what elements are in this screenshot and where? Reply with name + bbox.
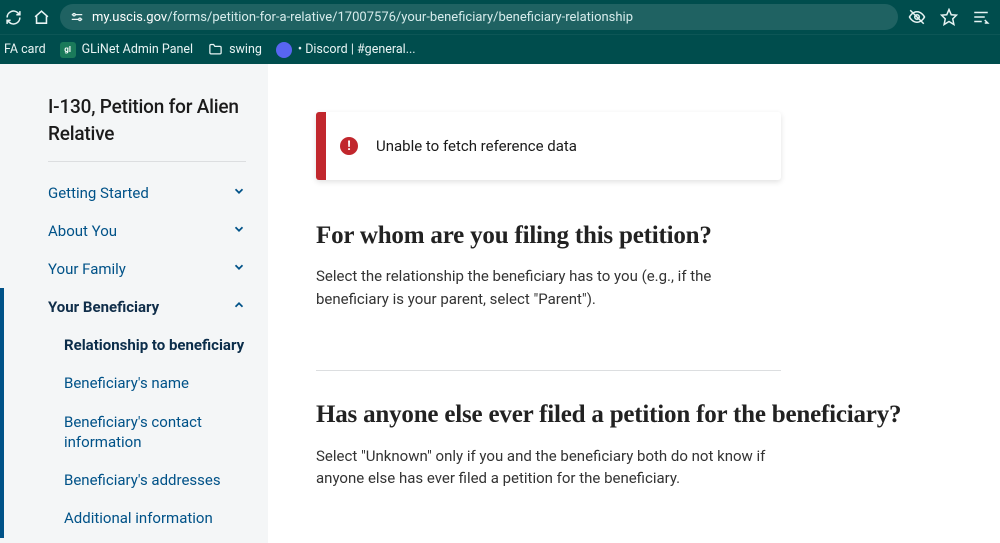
nav-sublist: Relationship to beneficiary Beneficiary'… — [0, 326, 268, 538]
section-divider — [316, 370, 781, 371]
nav-label: About You — [48, 222, 117, 240]
question-body: Select the relationship the beneficiary … — [316, 265, 776, 310]
bookmark-label: GLiNet Admin Panel — [82, 42, 193, 57]
question-body: Select "Unknown" only if you and the ben… — [316, 445, 776, 490]
error-alert: ! Unable to fetch reference data — [316, 112, 781, 180]
nav-label: Your Family — [48, 260, 126, 278]
divider — [48, 161, 246, 162]
address-bar[interactable]: my.uscis.gov/forms/petition-for-a-relati… — [60, 4, 898, 30]
main-content: ! Unable to fetch reference data For who… — [268, 64, 1000, 543]
chevron-down-icon — [232, 222, 246, 240]
toolbar-row: my.uscis.gov/forms/petition-for-a-relati… — [0, 0, 1000, 34]
chevron-up-icon — [232, 298, 246, 316]
subnav-beneficiary-name[interactable]: Beneficiary's name — [16, 364, 268, 402]
playlist-icon[interactable] — [972, 8, 990, 26]
bookmark-label: swing — [229, 42, 262, 57]
error-icon: ! — [340, 137, 358, 155]
nav-section-about-you[interactable]: About You — [0, 212, 268, 250]
sidebar: I-130, Petition for Alien Relative Getti… — [0, 64, 268, 543]
page-body: I-130, Petition for Alien Relative Getti… — [0, 64, 1000, 543]
nav-section-getting-started[interactable]: Getting Started — [0, 174, 268, 212]
eye-off-icon[interactable] — [908, 8, 926, 26]
bookmark-item[interactable]: • Discord | #general... — [276, 42, 416, 58]
nav-label: Getting Started — [48, 184, 149, 202]
bookmark-label: FA card — [4, 42, 46, 57]
subnav-label: Beneficiary's addresses — [64, 471, 221, 489]
subnav-additional-info[interactable]: Additional information — [16, 499, 268, 537]
bookmark-item[interactable]: gl GLiNet Admin Panel — [60, 42, 193, 58]
folder-icon — [207, 42, 223, 58]
subnav-addresses[interactable]: Beneficiary's addresses — [16, 461, 268, 499]
reload-icon[interactable] — [4, 8, 22, 26]
subnav-label: Relationship to beneficiary — [64, 336, 244, 354]
nav-section-your-beneficiary[interactable]: Your Beneficiary — [0, 288, 268, 326]
chevron-down-icon — [232, 184, 246, 202]
bookmark-item[interactable]: FA card — [4, 42, 46, 57]
glinet-icon: gl — [60, 42, 76, 58]
bookmarks-bar: FA card gl GLiNet Admin Panel swing • Di… — [0, 34, 1000, 64]
browser-chrome: my.uscis.gov/forms/petition-for-a-relati… — [0, 0, 1000, 64]
nav-label: Your Beneficiary — [48, 298, 159, 316]
subnav-label: Beneficiary's name — [64, 374, 189, 392]
url-text: my.uscis.gov/forms/petition-for-a-relati… — [92, 10, 633, 25]
subnav-label: Additional information — [64, 509, 213, 527]
chevron-down-icon — [232, 260, 246, 278]
bookmark-label: • Discord | #general... — [298, 42, 416, 57]
form-title: I-130, Petition for Alien Relative — [0, 94, 268, 161]
site-settings-icon[interactable] — [70, 10, 84, 24]
subnav-relationship[interactable]: Relationship to beneficiary — [16, 326, 268, 364]
bookmark-item[interactable]: swing — [207, 42, 262, 58]
question-heading: For whom are you filing this petition? — [316, 220, 960, 251]
subnav-label: Beneficiary's contact information — [64, 413, 202, 451]
discord-icon — [276, 42, 292, 58]
star-icon[interactable] — [940, 8, 958, 26]
home-icon[interactable] — [32, 8, 50, 26]
subnav-contact-info[interactable]: Beneficiary's contact information — [16, 403, 268, 462]
alert-message: Unable to fetch reference data — [376, 137, 577, 155]
question-heading: Has anyone else ever filed a petition fo… — [316, 399, 960, 430]
nav-section-your-family[interactable]: Your Family — [0, 250, 268, 288]
